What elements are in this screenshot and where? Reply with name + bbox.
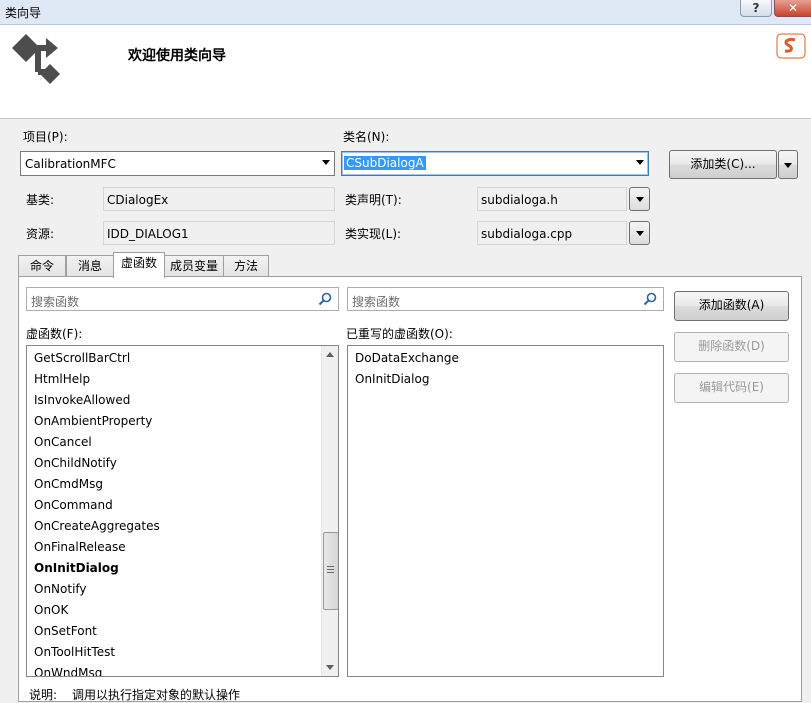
list-item[interactable]: OnCancel xyxy=(34,432,92,453)
resource-label: 资源: xyxy=(26,227,55,241)
scrollbar[interactable] xyxy=(321,346,338,676)
arrow-up-icon xyxy=(326,352,334,357)
base-class-field: CDialogEx xyxy=(103,187,335,211)
search-placeholder: 搜索函数 xyxy=(31,295,80,309)
classname-label: 类名(N): xyxy=(343,130,390,144)
chevron-down-icon xyxy=(636,231,644,236)
list-item[interactable]: OnChildNotify xyxy=(34,453,117,474)
close-button[interactable]: ✕ xyxy=(774,0,811,17)
list-item[interactable]: OnFinalRelease xyxy=(34,537,126,558)
welcome-title: 欢迎使用类向导 xyxy=(128,48,226,64)
class-wizard-logo-icon xyxy=(12,34,60,84)
overridden-list-label: 已重写的虚函数(O): xyxy=(346,327,453,341)
list-item[interactable]: OnCreateAggregates xyxy=(34,516,160,537)
list-item[interactable]: OnInitDialog xyxy=(34,558,119,579)
project-value: CalibrationMFC xyxy=(25,157,116,171)
tab-member-variables[interactable]: 成员变量 xyxy=(164,255,224,277)
help-button[interactable]: ? xyxy=(740,0,772,17)
list-item[interactable]: OnWndMsg xyxy=(34,663,102,676)
list-item[interactable]: OnCommand xyxy=(34,495,113,516)
tab-commands[interactable]: 命令 xyxy=(18,255,66,277)
window-title: 类向导 xyxy=(5,6,42,20)
class-impl-value: subdialoga.cpp xyxy=(481,227,573,241)
list-item[interactable]: OnOK xyxy=(34,600,68,621)
grip-line xyxy=(327,566,334,567)
list-item[interactable]: OnNotify xyxy=(34,579,87,600)
list-item[interactable]: HtmlHelp xyxy=(34,369,90,390)
tab-virtual-functions[interactable]: 虚函数 xyxy=(113,252,165,278)
classname-combo[interactable]: CSubDialogA xyxy=(341,151,649,176)
class-decl-value: subdialoga.h xyxy=(481,193,558,207)
list-item[interactable]: OnInitDialog xyxy=(355,369,429,390)
ime-logo-icon[interactable] xyxy=(776,33,806,59)
list-item[interactable]: GetScrollBarCtrl xyxy=(34,348,130,369)
search-icon xyxy=(318,292,332,306)
class-decl-field: subdialoga.h xyxy=(477,187,627,211)
chevron-down-icon xyxy=(322,160,330,165)
tab-methods[interactable]: 方法 xyxy=(223,255,269,277)
chevron-down-icon xyxy=(784,163,792,168)
class-impl-field: subdialoga.cpp xyxy=(477,221,627,245)
add-function-button[interactable]: 添加函数(A) xyxy=(674,291,789,321)
list-item[interactable]: IsInvokeAllowed xyxy=(34,390,130,411)
arrow-down-icon xyxy=(326,665,334,670)
class-decl-dropdown[interactable] xyxy=(629,187,650,211)
search-placeholder: 搜索函数 xyxy=(352,295,401,309)
list-item[interactable]: OnSetFont xyxy=(34,621,97,642)
description-text: 调用以执行指定对象的默认操作 xyxy=(72,688,241,702)
delete-function-button[interactable]: 删除函数(D) xyxy=(674,332,789,362)
title-bar: 类向导 xyxy=(0,0,811,25)
class-impl-label: 类实现(L): xyxy=(345,227,402,241)
scroll-down-button[interactable] xyxy=(322,659,338,676)
grip-line xyxy=(327,572,334,573)
virtual-function-list[interactable]: GetScrollBarCtrl HtmlHelp IsInvokeAllowed O… xyxy=(26,345,339,677)
list-item[interactable]: OnCmdMsg xyxy=(34,474,103,495)
chevron-down-icon xyxy=(636,197,644,202)
list-item[interactable]: OnAmbientProperty xyxy=(34,411,152,432)
overridden-search-input[interactable]: 搜索函数 xyxy=(347,287,664,311)
scroll-thumb[interactable] xyxy=(323,532,338,610)
overridden-function-list[interactable]: DoDataExchange OnInitDialog xyxy=(347,345,664,677)
chevron-down-icon xyxy=(636,160,644,165)
base-class-label: 基类: xyxy=(26,193,55,207)
classname-value: CSubDialogA xyxy=(344,156,426,170)
list-item[interactable]: OnToolHitTest xyxy=(34,642,115,663)
class-decl-label: 类声明(T): xyxy=(345,193,402,207)
resource-value: IDD_DIALOG1 xyxy=(107,227,189,241)
add-class-dropdown[interactable] xyxy=(778,150,798,179)
virtual-list-label: 虚函数(F): xyxy=(26,327,83,341)
tab-messages[interactable]: 消息 xyxy=(66,255,114,277)
class-impl-dropdown[interactable] xyxy=(629,221,650,245)
edit-code-button[interactable]: 编辑代码(E) xyxy=(674,373,789,403)
grip-line xyxy=(327,569,334,570)
project-combo[interactable]: CalibrationMFC xyxy=(20,151,335,176)
list-item[interactable]: DoDataExchange xyxy=(355,348,459,369)
project-label: 项目(P): xyxy=(23,130,68,144)
virtual-search-input[interactable]: 搜索函数 xyxy=(26,287,339,311)
base-class-value: CDialogEx xyxy=(107,193,169,207)
search-icon xyxy=(643,292,657,306)
wizard-header xyxy=(0,25,811,119)
resource-field: IDD_DIALOG1 xyxy=(103,221,335,245)
description-label: 说明: xyxy=(29,688,58,702)
scroll-up-button[interactable] xyxy=(322,346,338,363)
add-class-button[interactable]: 添加类(C)... xyxy=(669,150,777,179)
